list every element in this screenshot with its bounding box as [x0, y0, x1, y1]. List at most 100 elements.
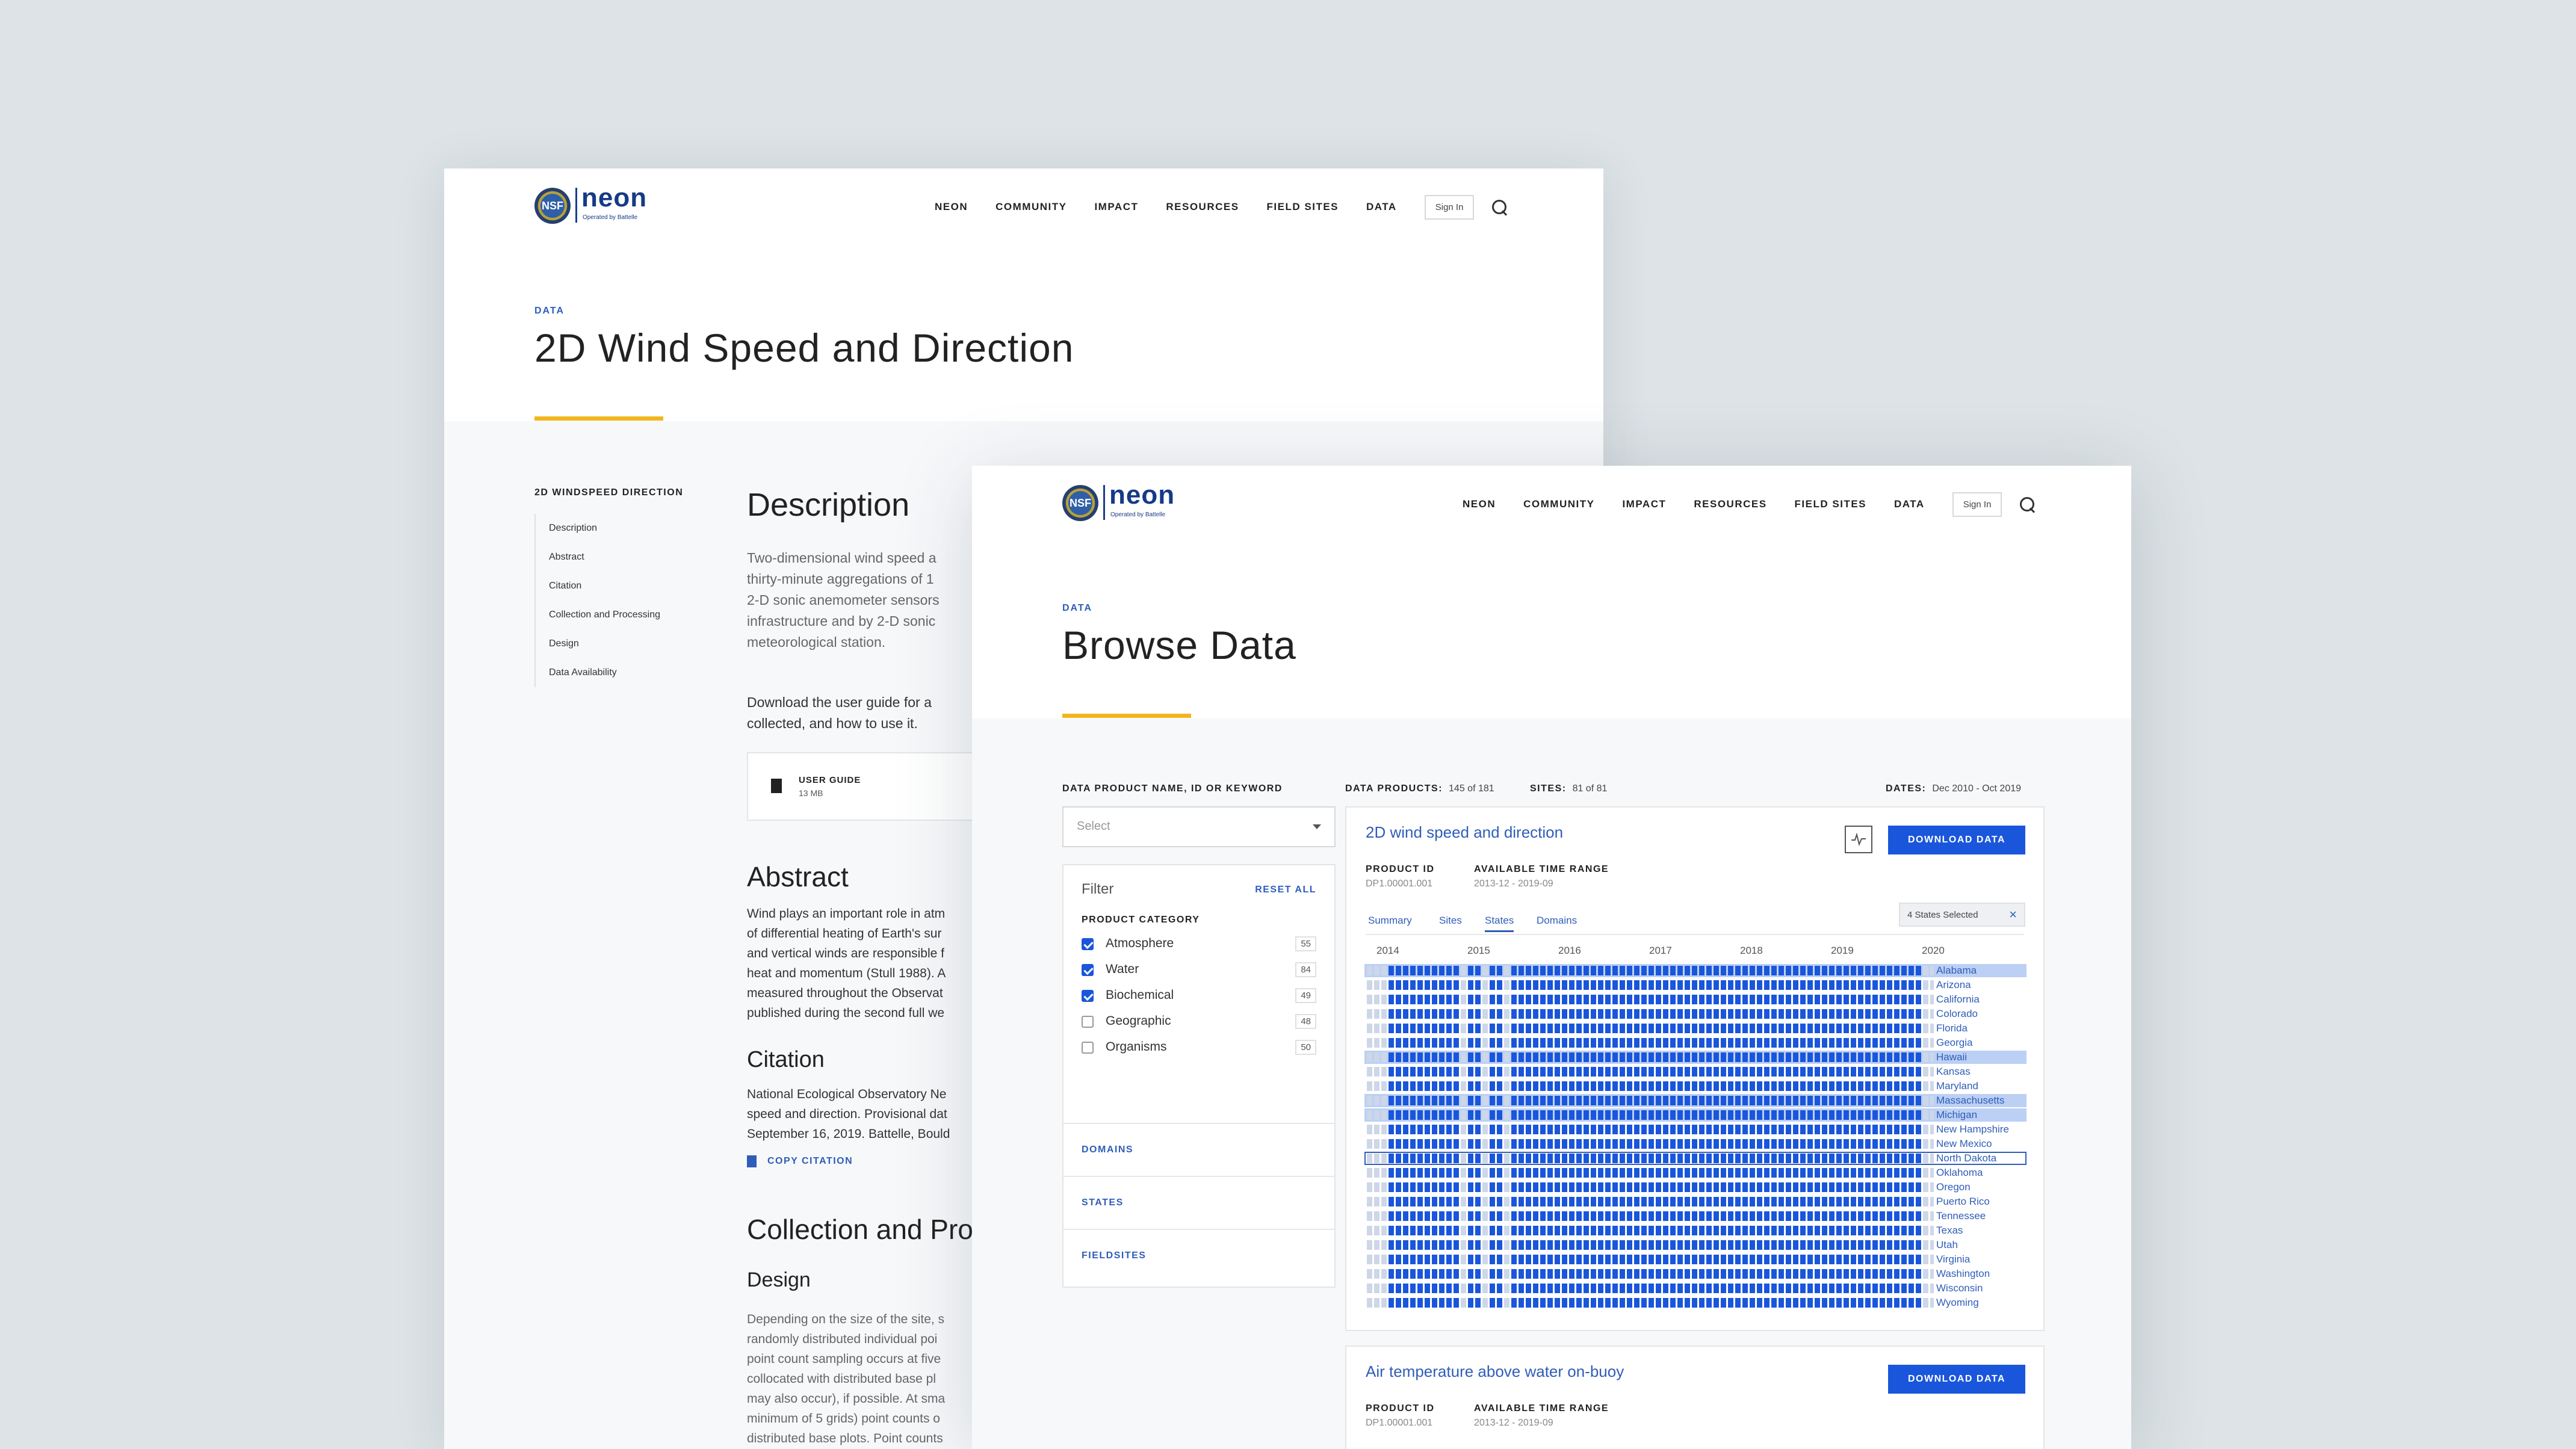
tab-sites[interactable]: Sites: [1439, 915, 1462, 927]
checkbox-geographic[interactable]: [1082, 1016, 1094, 1028]
state-name[interactable]: Hawaii: [1936, 1051, 1967, 1064]
state-row[interactable]: Texas: [1364, 1224, 2026, 1237]
state-name[interactable]: Tennessee: [1936, 1210, 1986, 1223]
filter-section-fieldsites[interactable]: FIELDSITES: [1064, 1229, 1334, 1283]
category-biochemical[interactable]: Biochemical 49: [1082, 988, 1316, 1006]
chart-toggle-button[interactable]: [1845, 826, 1872, 853]
state-row[interactable]: Wisconsin: [1364, 1282, 2026, 1295]
copy-citation-button[interactable]: COPY CITATION: [747, 1155, 853, 1167]
state-name[interactable]: Kansas: [1936, 1065, 1971, 1078]
category-geographic[interactable]: Geographic 48: [1082, 1014, 1316, 1032]
reset-all-button[interactable]: RESET ALL: [1255, 885, 1316, 895]
state-name[interactable]: Massachusetts: [1936, 1094, 2004, 1107]
filter-section-states[interactable]: STATES: [1064, 1176, 1334, 1230]
category-atmosphere[interactable]: Atmosphere 55: [1082, 936, 1316, 954]
state-row[interactable]: Utah: [1364, 1238, 2026, 1252]
state-name[interactable]: Utah: [1936, 1238, 1958, 1252]
product-name-link[interactable]: Air temperature above water on-buoy: [1366, 1362, 1624, 1381]
state-name[interactable]: Washington: [1936, 1267, 1990, 1281]
state-name[interactable]: Georgia: [1936, 1036, 1972, 1049]
state-name[interactable]: New Mexico: [1936, 1137, 1992, 1151]
state-name[interactable]: California: [1936, 993, 1980, 1006]
category-water[interactable]: Water 84: [1082, 962, 1316, 980]
states-selected-chip[interactable]: 4 States Selected ×: [1899, 903, 2025, 927]
state-name[interactable]: Virginia: [1936, 1253, 1970, 1266]
state-name[interactable]: Alabama: [1936, 964, 1977, 977]
state-row[interactable]: Oregon: [1364, 1181, 2026, 1194]
state-name[interactable]: Wisconsin: [1936, 1282, 1983, 1295]
nav-item-resources[interactable]: RESOURCES: [1694, 498, 1766, 510]
state-row[interactable]: Alabama: [1364, 964, 2026, 977]
state-row[interactable]: Wyoming: [1364, 1296, 2026, 1309]
state-row[interactable]: Tennessee: [1364, 1210, 2026, 1223]
category-organisms[interactable]: Organisms 50: [1082, 1040, 1316, 1058]
nav-item-impact[interactable]: IMPACT: [1622, 498, 1666, 510]
toc-item-abstract[interactable]: Abstract: [549, 543, 660, 572]
close-icon[interactable]: ×: [2009, 907, 2017, 922]
sign-in-button[interactable]: Sign In: [1952, 492, 2002, 517]
neon-logo[interactable]: NSF neon Operated by Battelle: [1062, 480, 1177, 528]
state-row[interactable]: Colorado: [1364, 1007, 2026, 1021]
checkbox-biochemical[interactable]: [1082, 990, 1094, 1002]
checkbox-water[interactable]: [1082, 964, 1094, 976]
state-name[interactable]: Wyoming: [1936, 1296, 1979, 1309]
sign-in-button[interactable]: Sign In: [1424, 194, 1475, 220]
state-row[interactable]: Virginia: [1364, 1253, 2026, 1266]
state-name[interactable]: Colorado: [1936, 1007, 1978, 1021]
state-name[interactable]: Oklahoma: [1936, 1166, 1983, 1179]
state-row[interactable]: New Mexico: [1364, 1137, 2026, 1151]
state-name[interactable]: North Dakota: [1936, 1152, 1996, 1165]
state-row[interactable]: Kansas: [1364, 1065, 2026, 1078]
nav-item-community[interactable]: COMMUNITY: [1523, 498, 1594, 510]
state-name[interactable]: Oregon: [1936, 1181, 1971, 1194]
state-row[interactable]: Hawaii: [1364, 1051, 2026, 1064]
state-row[interactable]: Washington: [1364, 1267, 2026, 1281]
state-row[interactable]: North Dakota: [1364, 1152, 2026, 1165]
state-name[interactable]: Texas: [1936, 1224, 1963, 1237]
checkbox-organisms[interactable]: [1082, 1042, 1094, 1054]
state-row[interactable]: Florida: [1364, 1022, 2026, 1035]
nav-item-resources[interactable]: RESOURCES: [1166, 201, 1239, 213]
nav-item-data[interactable]: DATA: [1894, 498, 1925, 510]
nav-item-community[interactable]: COMMUNITY: [995, 201, 1067, 213]
state-row[interactable]: New Hampshire: [1364, 1123, 2026, 1136]
product-name-link[interactable]: 2D wind speed and direction: [1366, 823, 1563, 842]
toc-item-design[interactable]: Design: [549, 629, 660, 658]
checkbox-atmosphere[interactable]: [1082, 938, 1094, 950]
state-row[interactable]: Michigan: [1364, 1108, 2026, 1122]
state-row[interactable]: Arizona: [1364, 978, 2026, 992]
state-row[interactable]: Georgia: [1364, 1036, 2026, 1049]
filter-section-domains[interactable]: DOMAINS: [1064, 1123, 1334, 1177]
nav-item-field-sites[interactable]: FIELD SITES: [1267, 201, 1339, 213]
state-row[interactable]: Puerto Rico: [1364, 1195, 2026, 1208]
nav-item-field-sites[interactable]: FIELD SITES: [1795, 498, 1866, 510]
state-row[interactable]: Massachusetts: [1364, 1094, 2026, 1107]
toc-item-collection[interactable]: Collection and Processing: [549, 601, 660, 629]
state-row[interactable]: Oklahoma: [1364, 1166, 2026, 1179]
download-data-button[interactable]: DOWNLOAD DATA: [1888, 1365, 2025, 1394]
tab-summary[interactable]: Summary: [1368, 915, 1412, 927]
state-name[interactable]: Maryland: [1936, 1080, 1978, 1093]
state-row[interactable]: Maryland: [1364, 1080, 2026, 1093]
state-name[interactable]: New Hampshire: [1936, 1123, 2009, 1136]
state-name[interactable]: Michigan: [1936, 1108, 1977, 1122]
toc-item-data-availability[interactable]: Data Availability: [549, 658, 660, 687]
state-name[interactable]: Florida: [1936, 1022, 1968, 1035]
search-icon[interactable]: [1492, 200, 1507, 214]
nav-item-neon[interactable]: NEON: [1463, 498, 1496, 510]
nav-item-data[interactable]: DATA: [1366, 201, 1397, 213]
neon-logo[interactable]: NSF neon Operated by Battelle: [534, 183, 649, 231]
product-search-select[interactable]: Select: [1062, 806, 1336, 847]
no-data-bar: [1482, 1110, 1490, 1120]
search-icon[interactable]: [2020, 497, 2035, 511]
toc-item-description[interactable]: Description: [549, 514, 660, 543]
nav-item-neon[interactable]: NEON: [935, 201, 968, 213]
download-data-button[interactable]: DOWNLOAD DATA: [1888, 826, 2025, 854]
nav-item-impact[interactable]: IMPACT: [1094, 201, 1138, 213]
state-row[interactable]: California: [1364, 993, 2026, 1006]
state-name[interactable]: Arizona: [1936, 978, 1971, 992]
state-name[interactable]: Puerto Rico: [1936, 1195, 1990, 1208]
tab-domains[interactable]: Domains: [1537, 915, 1577, 927]
toc-item-citation[interactable]: Citation: [549, 572, 660, 601]
tab-states[interactable]: States: [1485, 915, 1514, 932]
